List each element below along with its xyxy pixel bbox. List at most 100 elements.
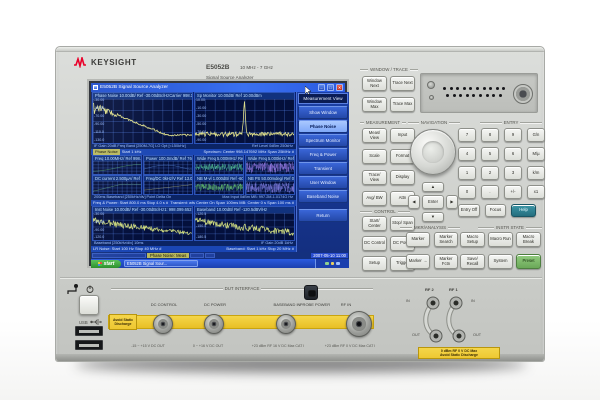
softkey-transient[interactable]: Transient <box>298 162 348 175</box>
softkey-menu: Measurement ViewShow WindowPhase NoiseSp… <box>296 92 349 252</box>
plot-panel: Inst Noise 10.00dB/ Ref -30.00dBc/Hz1: 9… <box>92 206 193 241</box>
plot-row: DC current 2.500µA/ Ref 8.9725mA (DMe)Fr… <box>91 175 296 195</box>
softkey-baseband-noise[interactable]: Baseband Noise <box>298 190 348 203</box>
plot-row: Freq 10.00MHz/ Ref 998.6MHzPower 100.0md… <box>91 155 296 175</box>
key-meas-view[interactable]: Meas/ View <box>362 128 387 143</box>
softkey-show-window[interactable]: Show Window <box>298 106 348 119</box>
group-label-text: ENTRY <box>504 120 519 125</box>
key-window-next[interactable]: Window Next <box>362 76 387 91</box>
trace-plot <box>246 181 294 194</box>
plot-panel: Power 100.0mdB/ Ref 760.0mdBm <box>143 155 193 175</box>
softkey-spectrum-monitor[interactable]: Spectrum Monitor <box>298 134 348 147</box>
key-5[interactable]: 5 <box>481 147 499 161</box>
key-k-m[interactable]: k/m <box>527 166 545 180</box>
key-9[interactable]: 9 <box>504 128 522 142</box>
trace-plot <box>246 161 294 174</box>
tray-icon[interactable] <box>331 262 335 266</box>
plot-row: Phase Noise 10.00dB/ Ref -30.00dBc/HzCar… <box>91 92 296 144</box>
key-g-n[interactable]: G/n <box>527 128 545 142</box>
instrument-statusbar: Phase Noise: Meas 2007-05-10 11:00 <box>91 252 349 259</box>
key-start-center[interactable]: Start/ Center <box>362 216 387 231</box>
key-trace-max[interactable]: Trace Max <box>390 97 415 112</box>
key-preset[interactable]: Preset <box>516 254 541 269</box>
minimize-button[interactable]: – <box>318 84 325 91</box>
tray-icon[interactable] <box>336 262 340 266</box>
key-marker[interactable]: Marker <box>406 232 430 247</box>
close-button[interactable]: ✕ <box>336 84 343 91</box>
arrow-down-key[interactable]: ▼ <box>422 212 444 222</box>
power-button[interactable] <box>79 295 99 315</box>
plot-panel: DC current 2.500µA/ Ref 8.9725mA (DMe) <box>92 175 142 195</box>
mouse-cursor-icon <box>305 86 312 95</box>
key-2[interactable]: 2 <box>481 166 499 180</box>
plot-panel: Phase Noise 10.00dB/ Ref -30.00dBc/HzCar… <box>92 92 193 144</box>
arrow-left-key[interactable]: ◀ <box>408 195 420 209</box>
key-4[interactable]: 4 <box>458 147 476 161</box>
speaker-panel <box>420 73 538 113</box>
key-save-recall[interactable]: Save/ Recall <box>460 254 485 269</box>
group-label-text: MEASUREMENT <box>366 120 400 125</box>
maximize-button[interactable]: □ <box>327 84 334 91</box>
key--[interactable]: +/- <box>504 185 522 199</box>
plot-area <box>144 181 192 194</box>
key-window-max[interactable]: Window Max <box>362 97 387 112</box>
key-1[interactable]: 1 <box>458 166 476 180</box>
help-key[interactable]: Help <box>511 204 536 217</box>
caution-text: +23 dBm RF 16 V DC Max CAT I <box>252 344 305 348</box>
plot-panel: Sp Monitor 10.00dB/ Ref 10.00dBm10.00-10… <box>194 92 295 144</box>
key-x1[interactable]: x1 <box>527 185 545 199</box>
entry-off-key[interactable]: Entry Off <box>458 204 480 217</box>
analyzer-app: Phase Noise 10.00dB/ Ref -30.00dBc/HzCar… <box>91 92 349 252</box>
key-0[interactable]: 0 <box>458 185 476 199</box>
focus-key[interactable]: Focus <box>485 204 506 217</box>
key-display[interactable]: Display <box>390 170 415 185</box>
esd-warning-strip <box>108 315 374 329</box>
plot-area: -120.5-150.5-180.5 <box>195 213 294 240</box>
key-marker-search[interactable]: Marker Search <box>434 232 458 247</box>
key-m-[interactable]: M/µ <box>527 147 545 161</box>
keysight-spark-icon <box>74 57 87 68</box>
status-segment <box>92 253 146 258</box>
rf-in-connector <box>346 311 372 337</box>
key-macro-run[interactable]: Macro Run <box>488 232 513 247</box>
plot-area <box>195 161 243 174</box>
keysight-logo: KEYSIGHT <box>74 57 137 68</box>
front-panel-connector <box>513 84 533 104</box>
key--[interactable]: . <box>481 185 499 199</box>
arrow-up-key[interactable]: ▲ <box>422 182 444 192</box>
softkey-user-window[interactable]: User Window <box>298 176 348 189</box>
key-scale[interactable]: Scale <box>362 149 387 164</box>
arrow-right-key[interactable]: ▶ <box>446 195 458 209</box>
key-trace-view[interactable]: Trace/ View <box>362 170 387 185</box>
key-macro-break[interactable]: Macro Break <box>516 232 541 247</box>
key-7[interactable]: 7 <box>458 128 476 142</box>
rotary-knob[interactable] <box>410 129 456 175</box>
key-3[interactable]: 3 <box>504 166 522 180</box>
key-macro-setup[interactable]: Macro Setup <box>460 232 485 247</box>
trace-plot <box>195 161 243 174</box>
trace-plot <box>144 161 192 174</box>
plot-grid: Phase Noise 10.00dB/ Ref -30.00dBc/HzCar… <box>91 92 296 252</box>
plot-area <box>93 161 141 174</box>
key-input[interactable]: Input <box>390 128 415 143</box>
taskbar-app-button[interactable]: E5052B Signal Sour... <box>124 260 198 267</box>
key-marker-[interactable]: Marker → <box>406 254 430 269</box>
key-setup[interactable]: Setup <box>362 256 387 271</box>
key-trace-next[interactable]: Trace Next <box>390 76 415 91</box>
enter-key[interactable]: Enter <box>422 195 444 209</box>
key-system[interactable]: System <box>488 254 513 269</box>
start-button[interactable]: start <box>91 260 121 268</box>
panel-divider <box>60 277 542 278</box>
key-avg-bw[interactable]: Avg/ BW <box>362 191 387 206</box>
tray-icon[interactable] <box>325 262 329 266</box>
softkey-freq-power[interactable]: Freq & Power <box>298 148 348 161</box>
key-8[interactable]: 8 <box>481 128 499 142</box>
speaker-hole <box>463 87 466 90</box>
key-marker-fctn[interactable]: Marker Fctn <box>434 254 458 269</box>
key-dc-control[interactable]: DC Control <box>362 236 387 251</box>
trace-plot <box>93 161 141 174</box>
softkey-return[interactable]: Return <box>298 209 348 222</box>
standby-icon <box>86 285 94 293</box>
softkey-phase-noise[interactable]: Phase Noise <box>298 120 348 133</box>
key-6[interactable]: 6 <box>504 147 522 161</box>
